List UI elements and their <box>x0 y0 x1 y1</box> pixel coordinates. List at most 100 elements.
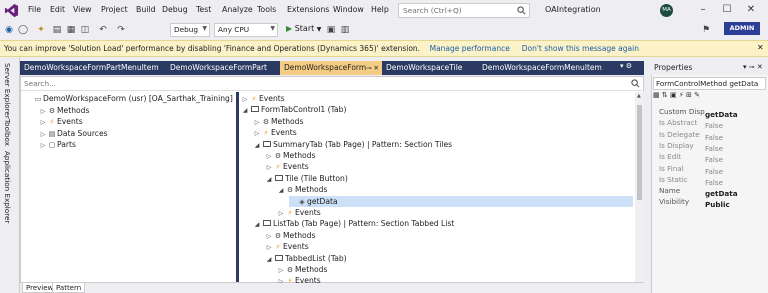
tree-node[interactable]: ▷ ⚙ Methods <box>253 116 304 128</box>
expand-icon[interactable]: ▷ <box>265 162 273 173</box>
collapse-icon[interactable]: ◢ <box>265 174 273 185</box>
open-icon[interactable]: ▤ <box>52 24 62 36</box>
property-row[interactable]: Is Abstract False <box>659 117 766 130</box>
menu-file[interactable]: File <box>28 5 41 14</box>
property-row[interactable]: Is Delegate False <box>659 129 766 142</box>
tree-node[interactable]: ▷ ▤ Data Sources <box>39 128 108 139</box>
property-row[interactable]: Is Display False <box>659 140 766 153</box>
tree-node[interactable]: ▷ ⚡ Events <box>253 127 297 138</box>
tree-node[interactable]: ▷ ⚙ Methods <box>39 105 90 117</box>
property-value[interactable]: Public <box>705 200 730 209</box>
categorized-icon[interactable]: ▦ <box>653 91 660 99</box>
expand-icon[interactable]: ▷ <box>253 128 261 139</box>
settings-icon[interactable]: ⚙ <box>626 62 632 70</box>
minimize-icon[interactable]: – <box>696 3 710 17</box>
menu-view[interactable]: View <box>73 5 92 14</box>
events-view-icon[interactable]: ⚡ <box>679 91 684 99</box>
collapse-icon[interactable]: ◢ <box>253 140 261 151</box>
tree-node[interactable]: ▷ ⚡ Events <box>265 241 309 252</box>
tab-close-icon[interactable]: ⊸ ✕ <box>366 61 379 75</box>
tab-demoworkspaceformpart[interactable]: DemoWorkspaceFormPart <box>166 61 280 75</box>
tree-node[interactable]: ◢ ⚙ Methods <box>277 184 328 196</box>
expand-icon[interactable]: ▷ <box>39 117 47 128</box>
manage-performance-link[interactable]: Manage performance <box>430 44 510 53</box>
menu-help[interactable]: Help <box>371 5 389 14</box>
menu-analyze[interactable]: Analyze <box>222 5 253 14</box>
side-tab-toolbox[interactable]: Toolbox <box>3 119 12 146</box>
tree-node[interactable]: ◢ Tile (Tile Button) <box>265 173 348 184</box>
menu-test[interactable]: Test <box>196 5 211 14</box>
close-infobar-icon[interactable]: ✕ <box>757 43 764 52</box>
collapse-icon[interactable]: ◢ <box>241 105 249 116</box>
menu-tools[interactable]: Tools <box>257 5 276 14</box>
collapse-icon[interactable]: ◢ <box>265 254 273 265</box>
menu-build[interactable]: Build <box>136 5 156 14</box>
menu-edit[interactable]: Edit <box>50 5 65 14</box>
toolbar-more-icon[interactable]: ▥ <box>340 24 350 36</box>
expand-icon[interactable]: ▷ <box>265 231 273 242</box>
wrench-icon[interactable]: ✎ <box>694 91 700 99</box>
tree-node[interactable]: ▷ ⚙ Methods <box>265 230 316 242</box>
toolbar-tools-icon[interactable]: ▣ <box>326 24 336 36</box>
save-all-icon[interactable]: ◫ <box>80 24 90 36</box>
tree-node[interactable]: ◢ SummaryTab (Tab Page) | Pattern: Sectio… <box>253 139 452 150</box>
tree-node[interactable]: ◢ TabbedList (Tab) <box>265 253 347 264</box>
expand-icon[interactable]: ▷ <box>265 242 273 253</box>
side-tab-application-explorer[interactable]: Application Explorer <box>3 151 12 223</box>
expand-icon[interactable]: ▷ <box>253 117 261 128</box>
menu-extensions[interactable]: Extensions <box>287 5 329 14</box>
tab-demoworkspaceform[interactable]: DemoWorkspaceForm ⊸ ✕ <box>280 61 382 75</box>
tab-pattern[interactable]: Pattern <box>52 283 86 293</box>
properties-window-buttons[interactable]: ▾ ⊸ ✕ <box>743 63 763 71</box>
alphabetical-icon[interactable]: ⇅ <box>662 91 668 99</box>
close-icon[interactable]: ✕ <box>744 3 758 17</box>
collapse-icon[interactable]: ◢ <box>277 185 285 196</box>
visual-studio-logo-icon[interactable] <box>4 3 19 18</box>
tab-overflow-buttons[interactable]: ▾ ⚙ <box>620 62 632 70</box>
expand-icon[interactable]: ▷ <box>265 151 273 162</box>
menu-project[interactable]: Project <box>101 5 128 14</box>
tree-node[interactable]: ▷ ⚡ Events <box>241 93 285 104</box>
new-project-icon[interactable]: ✦ <box>36 24 46 36</box>
property-row[interactable]: Is Edit False <box>659 151 766 164</box>
scrollbar-thumb[interactable] <box>637 105 642 200</box>
maximize-icon[interactable]: ☐ <box>720 3 734 17</box>
expand-icon[interactable]: ▷ <box>39 129 47 140</box>
expand-icon[interactable]: ▷ <box>39 106 47 117</box>
scroll-up-icon[interactable]: ▲ <box>637 93 641 99</box>
tree-node[interactable]: ▷ ⚡ Events <box>265 161 309 172</box>
tree-node[interactable]: ▷ ⚡ Events <box>39 116 83 127</box>
property-row[interactable]: Is Static False <box>659 174 766 187</box>
forward-icon[interactable]: ◯ <box>18 24 28 36</box>
side-tab-server-explorer[interactable]: Server Explorer <box>3 63 12 119</box>
designer-search-input[interactable]: Search... <box>21 77 642 91</box>
tab-demoworkspaceformpartmenuitem[interactable]: DemoWorkspaceFormPartMenuItem <box>20 61 166 75</box>
undo-icon[interactable]: ↶ <box>98 24 108 36</box>
tree-node[interactable]: ▷ ⚙ Methods <box>265 150 316 162</box>
properties-icon[interactable]: ▣ <box>670 91 677 99</box>
back-icon[interactable]: ◉ <box>4 24 14 36</box>
tree-node-selected[interactable]: ◈ getData <box>289 195 633 207</box>
tree-node[interactable]: ▷ ⚡ Events <box>277 207 321 218</box>
tree-node[interactable]: ▭ DemoWorkspaceForm (usr) [OA_Sarthak_Tra… <box>25 93 233 104</box>
expand-icon[interactable]: ▷ <box>241 94 249 105</box>
expand-icon[interactable]: ▷ <box>277 265 285 276</box>
tree-node[interactable]: ▷ ▢ Parts <box>39 139 76 150</box>
tab-demoworkspacetile[interactable]: DemoWorkspaceTile <box>382 61 478 75</box>
property-pages-icon[interactable]: ⊞ <box>686 91 692 99</box>
tab-demoworkspaceformmenuitem[interactable]: DemoWorkspaceFormMenuItem <box>478 61 618 75</box>
avatar[interactable]: MA <box>660 4 673 17</box>
property-row[interactable]: Name getData <box>659 185 766 198</box>
collapse-icon[interactable]: ◢ <box>253 219 261 230</box>
menu-debug[interactable]: Debug <box>162 5 188 14</box>
menu-window[interactable]: Window <box>333 5 364 14</box>
tree-node[interactable]: ◢ FormTabControl1 (Tab) <box>241 104 347 116</box>
properties-object-select[interactable]: FormControlMethod getData <box>653 77 766 90</box>
property-row[interactable]: Custom DisplaygetData <box>659 106 766 119</box>
start-button[interactable]: ▶ Start ▼ <box>286 24 321 33</box>
tree-node[interactable]: ◢ ListTab (Tab Page) | Pattern: Section T… <box>253 218 455 230</box>
platform-select[interactable]: Any CPU ▼ <box>214 23 278 37</box>
tree-node[interactable]: ▷ ⚙ Methods <box>277 264 328 276</box>
redo-icon[interactable]: ↷ <box>116 24 126 36</box>
expand-icon[interactable]: ▷ <box>39 140 47 151</box>
